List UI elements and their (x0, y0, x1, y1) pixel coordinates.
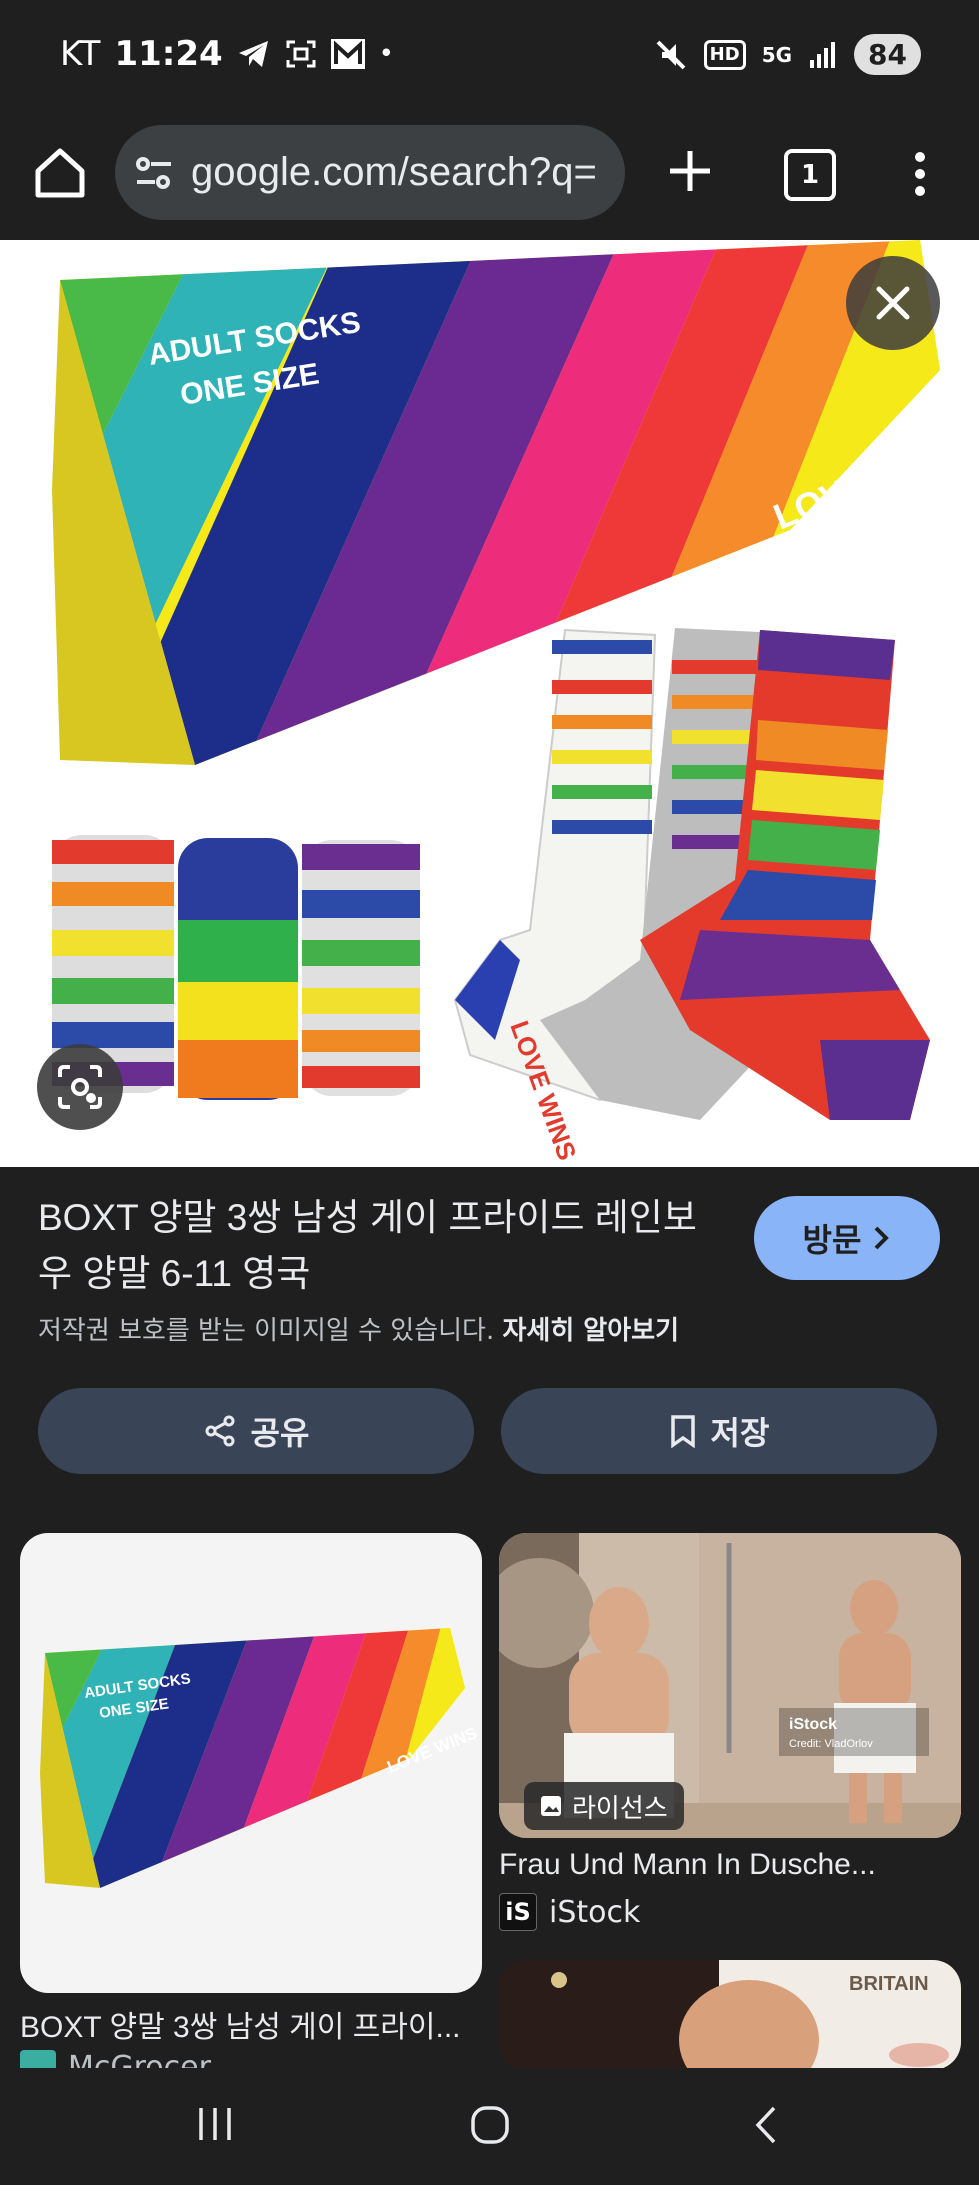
learn-more-link[interactable]: 자세히 알아보기 (503, 1316, 680, 1346)
tune-icon[interactable] (133, 152, 175, 194)
browser-toolbar: google.com/search?q= 1 (0, 115, 979, 240)
hd-voice-badge: HD (703, 39, 746, 70)
signal-icon (810, 41, 836, 68)
telegram-icon (238, 41, 268, 67)
visit-button[interactable]: 방문 (754, 1196, 940, 1280)
image-icon (541, 1796, 561, 1816)
copyright-notice: 저작권 보호를 받는 이미지일 수 있습니다. 자세히 알아보기 (38, 1310, 679, 1347)
chevron-right-icon (875, 1226, 890, 1250)
share-button[interactable]: 공유 (38, 1388, 474, 1474)
gmail-icon (330, 39, 365, 69)
license-label: 라이선스 (572, 1793, 668, 1824)
share-label: 공유 (250, 1414, 310, 1452)
more-vert-icon[interactable] (905, 149, 935, 199)
copyright-text: 저작권 보호를 받는 이미지일 수 있습니다. (38, 1316, 495, 1346)
url-text[interactable]: google.com/search?q= (191, 150, 597, 195)
related-title-1[interactable]: BOXT 양말 3쌍 남성 게이 프라이... (20, 2002, 461, 2046)
close-button[interactable] (846, 256, 940, 350)
status-bar: KT 11:24 • HD 5G 84 (0, 0, 979, 115)
tabs-icon[interactable]: 1 (784, 149, 836, 201)
standing-socks: LOVE WINS (453, 628, 930, 1164)
mcgrocer-logo-icon (20, 2050, 56, 2068)
notification-dot: • (378, 39, 395, 69)
close-icon[interactable] (873, 283, 913, 323)
related-card-1[interactable]: ADULT SOCKS ONE SIZE LOVE WINS (20, 1533, 482, 1993)
plus-icon[interactable] (662, 143, 718, 199)
home-icon[interactable] (30, 143, 90, 203)
lens-icon[interactable] (56, 1063, 104, 1111)
istock-credit: Credit: VladOrlov (789, 1738, 873, 1750)
related-source-1-label: McGrocer (68, 2050, 211, 2068)
product-photo: ADULT SOCKS ONE SIZE LOVE WINS LOVE WINS (52, 240, 970, 1164)
clock: 11:24 (114, 34, 223, 74)
share-icon (205, 1415, 235, 1447)
related-source-1[interactable]: McGrocer (20, 2050, 211, 2068)
bookmark-icon (670, 1415, 695, 1448)
license-chip[interactable]: 라이선스 (524, 1782, 684, 1830)
system-nav-bar (0, 2068, 979, 2185)
istock-logo-icon: iS (499, 1893, 537, 1931)
status-right: HD 5G 84 (654, 34, 921, 75)
home-nav-icon[interactable] (469, 2104, 511, 2146)
save-button[interactable]: 저장 (501, 1388, 937, 1474)
omnibox[interactable]: google.com/search?q= (115, 125, 625, 220)
lens-button[interactable] (37, 1044, 123, 1130)
mute-icon (656, 40, 686, 69)
recents-icon[interactable] (195, 2104, 235, 2144)
hero-image[interactable]: ADULT SOCKS ONE SIZE LOVE WINS LOVE WINS (0, 240, 979, 1167)
related-card-3[interactable]: BRITAIN (499, 1960, 961, 2070)
istock-watermark: iStock (789, 1716, 837, 1733)
back-icon[interactable] (750, 2104, 780, 2146)
related-source-2[interactable]: iS iStock (499, 1893, 640, 1931)
save-label: 저장 (710, 1414, 770, 1452)
visit-label: 방문 (802, 1221, 862, 1259)
carrier-label: KT (60, 34, 101, 74)
screenshot-icon (286, 40, 316, 68)
result-title: BOXT 양말 3쌍 남성 게이 프라이드 레인보우 양말 6-11 영국 (38, 1197, 697, 1294)
network-type: 5G (761, 42, 793, 67)
related-title-2[interactable]: Frau Und Mann In Dusche... (499, 1848, 876, 1882)
battery-indicator: 84 (854, 34, 921, 75)
related-image-3: BRITAIN (499, 1960, 961, 2070)
related-image-1: ADULT SOCKS ONE SIZE LOVE WINS (40, 1628, 480, 1888)
status-left: KT 11:24 • (60, 34, 394, 74)
related-source-2-label: iStock (549, 1894, 641, 1930)
related-3-watermark: BRITAIN (849, 1973, 929, 1995)
